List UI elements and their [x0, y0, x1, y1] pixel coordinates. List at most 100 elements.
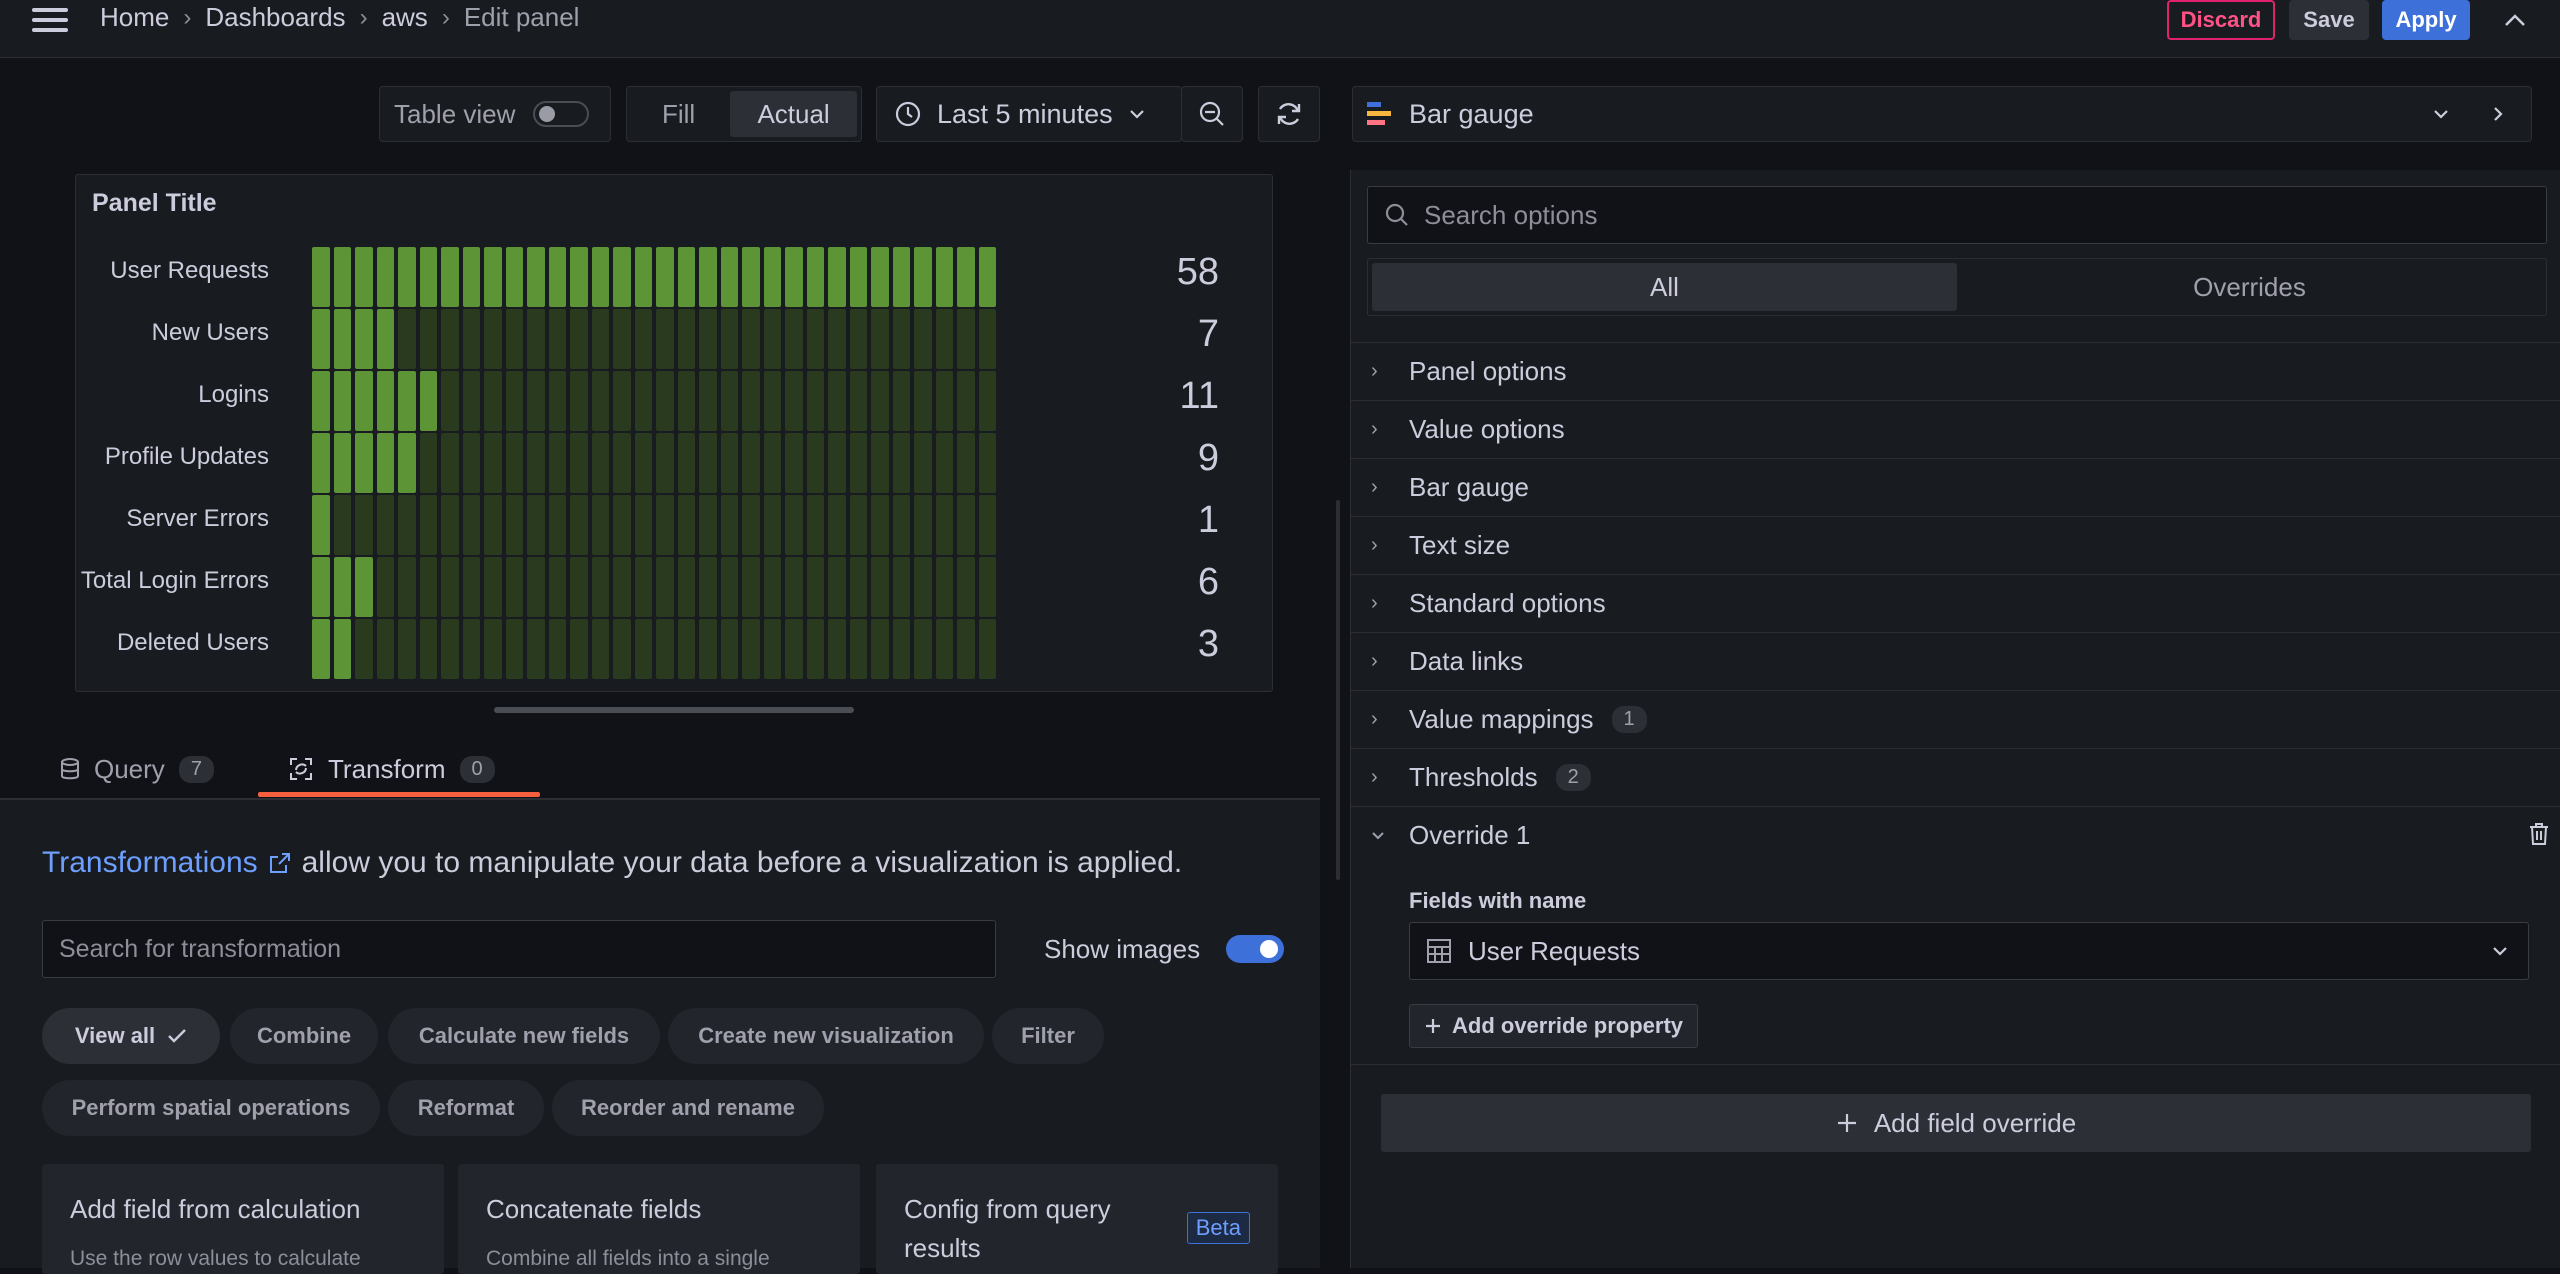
tab-query[interactable]: Query 7	[60, 742, 214, 796]
bar-cell-unlit	[849, 557, 867, 617]
section-value-options[interactable]: › Value options	[1351, 400, 2560, 458]
section-panel-options[interactable]: › Panel options	[1351, 342, 2560, 400]
bar-cell-unlit	[613, 557, 631, 617]
splitter-handle[interactable]	[1336, 500, 1340, 880]
bar-cell-unlit	[656, 495, 674, 555]
bar-cell-unlit	[441, 433, 459, 493]
section-label: Override 1	[1409, 820, 1531, 850]
discard-button[interactable]: Discard	[2167, 0, 2275, 40]
bar-label: Deleted Users	[116, 629, 269, 656]
chip-create-new-visualization[interactable]: Create new visualization	[668, 1008, 984, 1064]
bar-cell-lit	[677, 247, 695, 307]
bar-cell-lit	[849, 247, 867, 307]
fill-option[interactable]: Fill	[631, 91, 726, 137]
bar-cell-lit	[419, 371, 437, 431]
bar-cell-lit	[570, 247, 588, 307]
bar-cell-unlit	[634, 619, 652, 679]
resize-handle[interactable]	[494, 707, 854, 713]
panel-title: Panel Title	[92, 189, 217, 217]
bar-cell-unlit	[849, 309, 867, 369]
visualization-picker[interactable]: Bar gauge	[1352, 86, 2532, 142]
show-images-switch[interactable]	[1226, 935, 1285, 963]
section-value-mappings[interactable]: › Value mappings 1	[1351, 690, 2560, 748]
apply-button[interactable]: Apply	[2382, 0, 2470, 40]
breadcrumb-home[interactable]: Home	[100, 2, 169, 33]
menu-icon[interactable]	[30, 4, 70, 36]
transform-card-concatenate-fields[interactable]: Concatenate fields Combine all fields in…	[458, 1164, 860, 1274]
chip-reformat[interactable]: Reformat	[388, 1080, 544, 1136]
bar-cell-unlit	[591, 433, 609, 493]
options-search-input[interactable]: Search options	[1367, 186, 2547, 244]
bar-cell-unlit	[484, 309, 502, 369]
bar-cell-unlit	[484, 495, 502, 555]
bar-cell-unlit	[591, 557, 609, 617]
override-field-value: User Requests	[1468, 935, 1640, 966]
override-field-select[interactable]: User Requests	[1409, 922, 2529, 980]
bar-cell-lit	[376, 433, 394, 493]
chip-reorder-and-rename[interactable]: Reorder and rename	[552, 1080, 824, 1136]
chevron-right-icon[interactable]	[2493, 106, 2503, 122]
bar-cell-unlit	[548, 619, 566, 679]
bar-cell-unlit	[720, 309, 738, 369]
bar-cell-unlit	[656, 557, 674, 617]
chip-view-all[interactable]: View all	[42, 1008, 220, 1064]
bar-cell-unlit	[441, 557, 459, 617]
tab-transform[interactable]: Transform 0	[288, 742, 495, 796]
transformation-search-input[interactable]: Search for transformation	[42, 920, 996, 978]
bar-cell-unlit	[849, 495, 867, 555]
section-data-links[interactable]: › Data links	[1351, 632, 2560, 690]
external-link-icon[interactable]	[268, 851, 292, 875]
bar-cell-unlit	[935, 557, 953, 617]
transformations-link[interactable]: Transformations	[42, 846, 258, 880]
section-bar-gauge[interactable]: › Bar gauge	[1351, 458, 2560, 516]
save-button[interactable]: Save	[2289, 0, 2369, 40]
bar-cell-unlit	[806, 495, 824, 555]
transform-card-add-field-from-calculation[interactable]: Add field from calculation Use the row v…	[42, 1164, 444, 1274]
bar-cell-unlit	[742, 495, 760, 555]
show-images-toggle[interactable]: Show images	[1044, 920, 1285, 978]
section-standard-options[interactable]: › Standard options	[1351, 574, 2560, 632]
transform-card-config-from-query-results[interactable]: Config from query results Beta	[876, 1164, 1278, 1274]
bar-cell-unlit	[677, 495, 695, 555]
add-field-override-button[interactable]: Add field override	[1381, 1094, 2531, 1152]
refresh-button[interactable]	[1258, 86, 1320, 142]
section-text-size[interactable]: › Text size	[1351, 516, 2560, 574]
bar-cell-unlit	[699, 619, 717, 679]
bar-cell-unlit	[570, 309, 588, 369]
bar-cell-unlit	[828, 371, 846, 431]
trash-icon[interactable]	[2527, 821, 2551, 847]
bar-cell-unlit	[527, 495, 545, 555]
bar-cell-unlit	[871, 557, 889, 617]
table-view-switch[interactable]	[533, 101, 590, 127]
chip-combine[interactable]: Combine	[230, 1008, 378, 1064]
bar-cell-unlit	[935, 433, 953, 493]
segment-all[interactable]: All	[1372, 263, 1957, 311]
section-label: Bar gauge	[1409, 472, 1529, 502]
chip-perform-spatial-operations[interactable]: Perform spatial operations	[42, 1080, 380, 1136]
time-range-label: Last 5 minutes	[937, 98, 1113, 129]
chip-calculate-new-fields[interactable]: Calculate new fields	[388, 1008, 660, 1064]
segment-overrides[interactable]: Overrides	[1957, 263, 2542, 311]
zoom-out-button[interactable]	[1181, 86, 1243, 142]
bar-cell-unlit	[570, 495, 588, 555]
bar-cell-unlit	[720, 557, 738, 617]
add-override-property-button[interactable]: Add override property	[1409, 1004, 1699, 1048]
bar-cell-unlit	[462, 619, 480, 679]
chevron-up-icon[interactable]	[2500, 0, 2530, 40]
breadcrumb-dashboards[interactable]: Dashboards	[205, 2, 345, 33]
bar-cell-unlit	[527, 619, 545, 679]
chip-filter[interactable]: Filter	[992, 1008, 1104, 1064]
section-override-1[interactable]: Override 1	[1351, 806, 2560, 864]
breadcrumb-folder[interactable]: aws	[382, 2, 428, 33]
bar-cell-unlit	[462, 495, 480, 555]
section-thresholds[interactable]: › Thresholds 2	[1351, 748, 2560, 806]
table-view-toggle[interactable]: Table view	[379, 86, 611, 142]
bar-cell-unlit	[957, 619, 975, 679]
bar-cell-lit	[333, 371, 351, 431]
bar-cell-unlit	[892, 371, 910, 431]
time-range-picker[interactable]: Last 5 minutes	[876, 86, 1182, 142]
bar-cell-unlit	[914, 619, 932, 679]
actual-option[interactable]: Actual	[730, 91, 857, 137]
table-view-label: Table view	[394, 98, 516, 129]
bar-cell-lit	[806, 247, 824, 307]
